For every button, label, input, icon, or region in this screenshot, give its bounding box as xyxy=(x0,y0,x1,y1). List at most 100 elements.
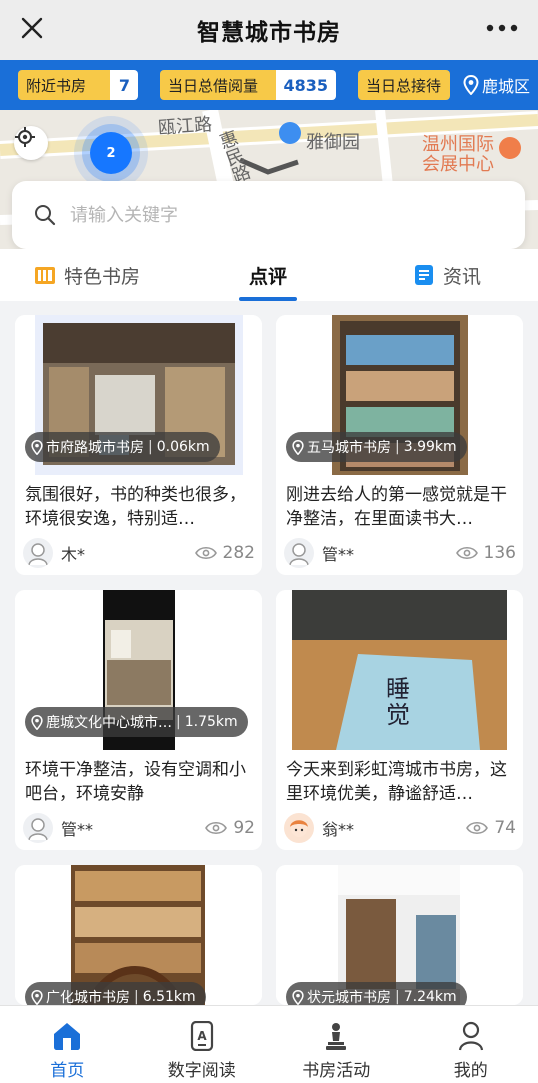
place-name: 状元城市书房 xyxy=(307,990,391,1005)
nav-home-label: 首页 xyxy=(50,1061,85,1081)
more-icon[interactable] xyxy=(482,10,522,46)
home-icon xyxy=(51,1020,83,1052)
nav-mine-label: 我的 xyxy=(453,1061,488,1081)
review-text: 刚进去给人的第一感觉就是干净整洁，在里面读书大… xyxy=(286,485,507,529)
avatar xyxy=(284,813,314,843)
app-header: 智慧城市书房 xyxy=(0,0,538,60)
view-count: 74 xyxy=(466,818,516,838)
distance: 0.06km xyxy=(156,439,210,455)
reader-icon: A xyxy=(190,1020,214,1052)
district-selector[interactable]: 鹿城区 xyxy=(456,68,530,102)
location-pin-icon xyxy=(292,989,304,1005)
tab-featured-label: 特色书房 xyxy=(64,265,141,288)
review-card[interactable]: 广化城市书房 | 6.51km xyxy=(15,865,262,1005)
review-card[interactable]: 状元城市书房 | 7.24km xyxy=(276,865,523,1005)
views-value: 282 xyxy=(222,543,255,563)
review-text: 今天来到彩虹湾城市书房，这里环境优美，静谧舒适… xyxy=(286,760,507,804)
visit-stat: 当日总接待 xyxy=(358,70,450,100)
review-card[interactable]: 五马城市书房 | 3.99km 刚进去给人的第一感觉就是干净整洁，在里面读书大…… xyxy=(276,315,523,575)
place-name: 鹿城文化中心城市… xyxy=(46,715,172,731)
place-name: 五马城市书房 xyxy=(307,440,391,456)
book-cover-text: 睡觉 xyxy=(386,675,410,729)
location-pin-icon xyxy=(292,439,304,455)
separator: | xyxy=(395,989,400,1005)
tab-news[interactable]: 资讯 xyxy=(413,249,481,301)
separator: | xyxy=(176,714,181,730)
review-photo: 广化城市书房 | 6.51km xyxy=(15,865,262,1005)
tab-news-label: 资讯 xyxy=(443,265,482,288)
district-label: 鹿城区 xyxy=(481,77,530,96)
review-card[interactable]: 市府路城市书房 | 0.06km 氛围很好，书的种类也很多，环境很安逸，特别适…… xyxy=(15,315,262,575)
username: 管** xyxy=(322,545,355,564)
locate-icon[interactable] xyxy=(14,126,48,160)
nearby-value: 7 xyxy=(110,70,138,100)
borrow-value: 4835 xyxy=(276,70,336,100)
review-meta: 木* 282 xyxy=(23,537,255,569)
avatar xyxy=(284,538,314,568)
location-tag: 广化城市书房 | 6.51km xyxy=(25,982,206,1005)
eye-icon xyxy=(455,546,478,560)
tab-bar: 特色书房 点评 资讯 xyxy=(0,249,538,301)
view-count: 282 xyxy=(194,543,255,563)
location-pin-icon xyxy=(31,439,43,455)
review-meta: 管** 136 xyxy=(284,537,516,569)
news-icon xyxy=(413,264,435,286)
tab-reviews[interactable]: 点评 xyxy=(239,249,298,301)
distance: 3.99km xyxy=(403,439,457,455)
review-meta: 管** 92 xyxy=(23,812,255,844)
bottom-nav: 首页 A 数字阅读 书房活动 我的 xyxy=(0,1005,538,1083)
nav-digital-reading[interactable]: A 数字阅读 xyxy=(135,1006,270,1083)
place-name: 市府路城市书房 xyxy=(46,440,144,456)
review-text: 环境干净整洁，设有空调和小吧台，环境安静 xyxy=(25,760,246,804)
close-icon[interactable] xyxy=(14,10,50,46)
search-input[interactable] xyxy=(70,204,470,226)
distance: 7.24km xyxy=(403,989,457,1005)
username: 翁** xyxy=(322,820,355,839)
nav-activities-label: 书房活动 xyxy=(302,1061,371,1081)
view-count: 92 xyxy=(205,818,255,838)
username: 木* xyxy=(61,545,86,564)
username: 管** xyxy=(61,820,94,839)
map-cluster-marker[interactable]: 2 xyxy=(90,132,132,174)
map-label-road: 瓯江路 xyxy=(157,114,213,139)
views-value: 74 xyxy=(494,818,516,838)
map-label-poi: 雅御园 xyxy=(306,132,360,153)
separator: | xyxy=(148,439,153,455)
chess-icon xyxy=(324,1020,348,1052)
views-value: 136 xyxy=(483,543,516,563)
views-value: 92 xyxy=(233,818,255,838)
location-pin-icon xyxy=(31,989,43,1005)
tab-reviews-label: 点评 xyxy=(249,265,288,288)
nav-activities[interactable]: 书房活动 xyxy=(269,1006,404,1083)
review-card[interactable]: 睡觉 今天来到彩虹湾城市书房，这里环境优美，静谧舒适… 翁** 74 xyxy=(276,590,523,850)
avatar xyxy=(23,813,53,843)
eye-icon xyxy=(194,546,217,560)
avatar xyxy=(23,538,53,568)
nav-home[interactable]: 首页 xyxy=(0,1006,135,1083)
tab-featured[interactable]: 特色书房 xyxy=(34,249,140,301)
review-meta: 翁** 74 xyxy=(284,812,516,844)
page-title: 智慧城市书房 xyxy=(197,20,341,46)
location-tag: 鹿城文化中心城市… | 1.75km xyxy=(25,707,248,737)
distance: 1.75km xyxy=(184,714,238,730)
search-icon xyxy=(34,204,56,226)
review-photo: 状元城市书房 | 7.24km xyxy=(276,865,523,1005)
location-pin-icon xyxy=(463,75,479,95)
nav-mine[interactable]: 我的 xyxy=(404,1006,538,1083)
svg-text:A: A xyxy=(197,1029,207,1043)
view-count: 136 xyxy=(455,543,516,563)
search-bar[interactable] xyxy=(12,181,525,249)
review-photo: 市府路城市书房 | 0.06km xyxy=(15,315,262,475)
review-text: 氛围很好，书的种类也很多，环境很安逸，特别适… xyxy=(25,485,246,529)
bookshelf-icon xyxy=(34,264,56,286)
visit-label: 当日总接待 xyxy=(358,70,450,100)
user-icon xyxy=(458,1020,484,1052)
review-card[interactable]: 鹿城文化中心城市… | 1.75km 环境干净整洁，设有空调和小吧台，环境安静 … xyxy=(15,590,262,850)
nearby-label: 附近书房 xyxy=(18,70,110,100)
borrow-stat: 当日总借阅量 4835 xyxy=(160,70,336,100)
eye-icon xyxy=(466,821,489,835)
location-pin-icon xyxy=(31,714,43,730)
location-tag: 五马城市书房 | 3.99km xyxy=(286,432,467,462)
location-tag: 市府路城市书房 | 0.06km xyxy=(25,432,220,462)
nearby-stat: 附近书房 7 xyxy=(18,70,138,100)
